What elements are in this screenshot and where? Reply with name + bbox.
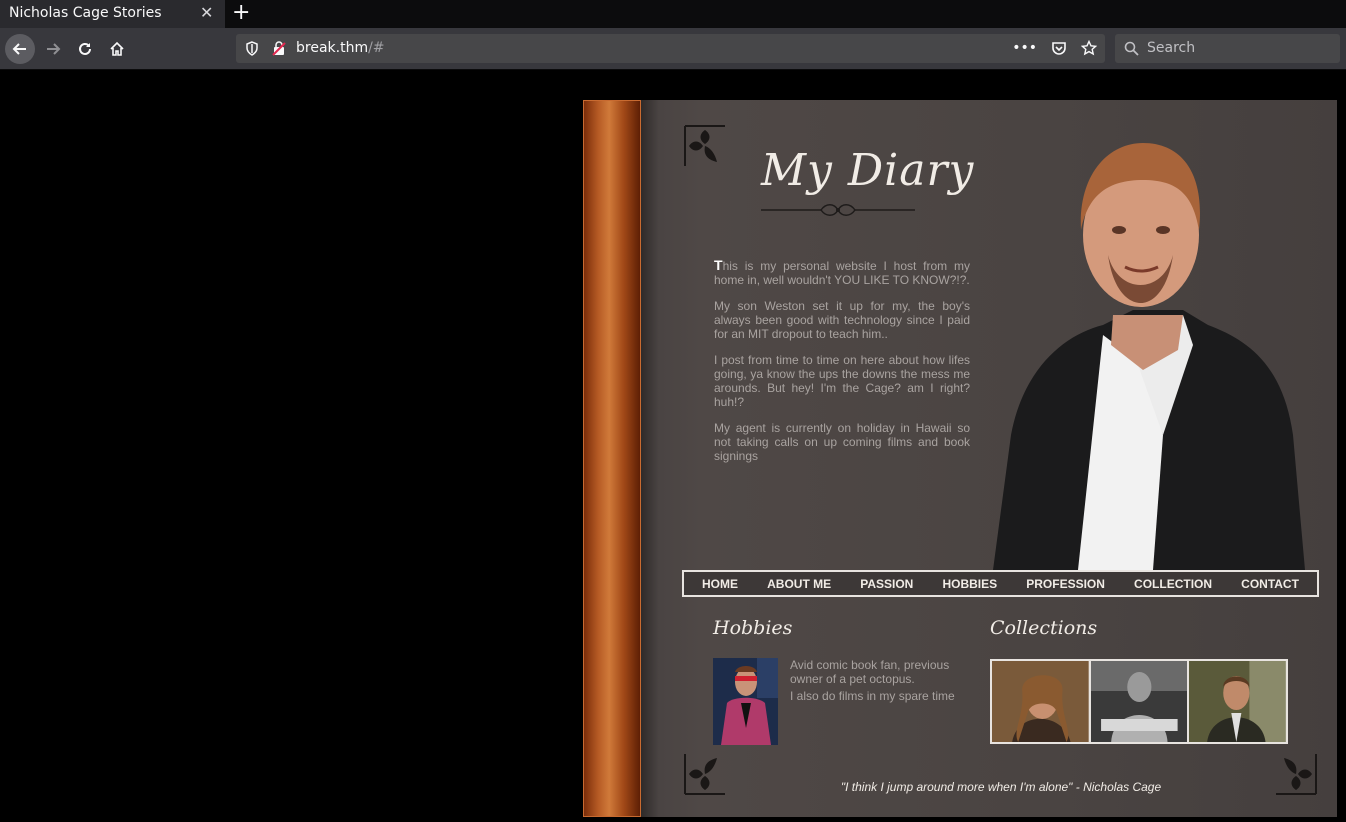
bookmark-star-icon[interactable] [1081,40,1097,56]
nav-bar: break.thm/# ••• Search [0,28,1346,70]
browser-tab[interactable]: Nicholas Cage Stories ✕ [0,0,225,28]
home-button[interactable] [102,34,132,64]
footer-quote: "I think I jump around more when I'm alo… [840,780,1162,794]
menu-item-collection[interactable]: COLLECTION [1134,577,1212,591]
url-host: break.thm [296,40,369,56]
menu-item-hobbies[interactable]: HOBBIES [942,577,997,591]
hobbies-heading: Hobbies [713,617,793,639]
forward-arrow-icon [47,43,61,55]
menu-item-passion[interactable]: PASSION [860,577,913,591]
search-input[interactable]: Search [1147,40,1195,56]
portrait-image [993,143,1305,570]
page-title: My Diary [761,145,975,196]
book-page: My Diary This is my personal website I h… [641,100,1337,817]
collection-thumbnail[interactable] [1189,661,1287,742]
home-icon [110,41,124,56]
ornament-corner-icon [684,125,725,166]
insecure-lock-icon[interactable] [272,41,286,56]
menu-item-about-me[interactable]: ABOUT ME [767,577,831,591]
ornament-corner-icon [684,754,725,795]
intro-paragraph: This is my personal website I host from … [714,258,970,287]
hobbies-photo [713,658,778,745]
tab-title: Nicholas Cage Stories [9,5,162,21]
close-tab-icon[interactable]: ✕ [200,3,213,22]
drop-cap: T [714,257,723,273]
shield-icon[interactable] [245,41,259,56]
intro-text: This is my personal website I host from … [714,258,970,475]
collections-gallery [990,659,1288,744]
collections-heading: Collections [990,617,1098,639]
diary-book: My Diary This is my personal website I h… [583,100,1337,817]
pocket-icon[interactable] [1051,40,1067,56]
tab-bar: Nicholas Cage Stories ✕ + [0,0,1346,28]
hobbies-line: Avid comic book fan, previous owner of a… [790,658,950,686]
intro-paragraph-text: his is my personal website I host from m… [714,259,970,287]
reload-icon [79,42,91,55]
page-actions-icon[interactable]: ••• [1012,40,1037,56]
hobbies-line: I also do films in my spare time [790,689,955,703]
forward-button[interactable] [38,34,68,64]
back-arrow-icon [12,43,26,55]
book-spine [583,100,641,817]
intro-paragraph: I post from time to time on here about h… [714,353,970,409]
menu-item-profession[interactable]: PROFESSION [1026,577,1105,591]
back-button[interactable] [5,34,35,64]
new-tab-icon[interactable]: + [232,0,250,26]
collection-thumbnail[interactable] [1090,661,1188,742]
search-bar[interactable]: Search [1115,34,1340,63]
intro-paragraph: My son Weston set it up for my, the boy'… [714,299,970,341]
url-path: /# [368,40,385,56]
ornament-corner-icon [1276,754,1317,795]
reload-button[interactable] [70,34,100,64]
url-actions: ••• [1012,40,1097,56]
url-text[interactable]: break.thm/# [296,40,385,56]
menu-item-contact[interactable]: CONTACT [1241,577,1299,591]
url-bar[interactable]: break.thm/# ••• [236,34,1105,63]
flourish-divider-icon [761,204,915,216]
collection-thumbnail[interactable] [992,661,1089,742]
main-nav-menu: HOME ABOUT ME PASSION HOBBIES PROFESSION… [682,570,1319,597]
hobbies-text: Avid comic book fan, previous owner of a… [790,658,970,706]
search-icon [1124,41,1139,56]
menu-item-home[interactable]: HOME [702,577,738,591]
intro-paragraph: My agent is currently on holiday in Hawa… [714,421,970,463]
